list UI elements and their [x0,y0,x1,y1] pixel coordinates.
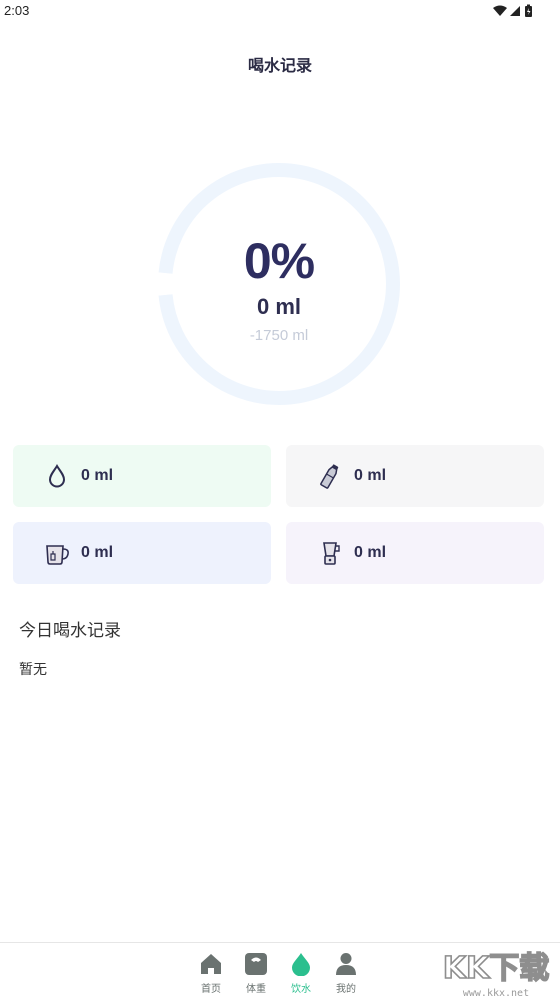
page-title: 喝水记录 [247,58,312,75]
progress-amount: 0 ml [256,294,302,319]
nav-label: 首页 [201,984,221,995]
water-bottle-icon [320,464,339,489]
watermark-url: www.kkx.net [462,988,530,999]
progress-remaining: -1750 ml [249,327,309,344]
water-drop-icon [292,953,310,976]
signal-icon [510,6,520,16]
records-empty-text: 暂无 [19,661,47,677]
nav-item-mine[interactable]: 我的 [324,943,368,1003]
progress-percent: 0% [243,233,315,289]
cup-icon [46,545,69,565]
drink-card-value: 0 ml [81,544,114,561]
status-icons [493,4,532,17]
blender-cup-icon [323,542,340,565]
scale-icon [245,953,267,975]
watermark-logo: KK下载 [442,950,550,986]
drink-card-blender[interactable]: 0 ml [286,522,544,584]
battery-icon [525,4,532,17]
drink-card-water[interactable]: 0 ml [13,445,271,507]
drink-card-cup[interactable]: 0 ml [13,522,271,584]
drink-card-bottle[interactable]: 0 ml [286,445,544,507]
home-icon [201,954,221,974]
nav-item-weight[interactable]: 体重 [234,943,278,1003]
status-bar: 2:03 [0,0,560,24]
person-icon [336,953,356,975]
watermark: KK下载 www.kkx.net [440,946,552,1003]
wifi-icon [493,5,507,16]
drink-card-value: 0 ml [81,467,114,484]
nav-label: 体重 [246,984,266,995]
records-title: 今日喝水记录 [19,621,121,640]
water-drop-icon [48,464,66,488]
nav-item-home[interactable]: 首页 [189,943,233,1003]
status-time: 2:03 [4,3,30,18]
nav-label: 饮水 [291,984,311,995]
nav-item-water[interactable]: 饮水 [279,943,323,1003]
drink-card-value: 0 ml [354,467,387,484]
nav-label: 我的 [336,984,356,995]
drink-card-value: 0 ml [354,544,387,561]
svg-text:KK下载: KK下载 [443,951,550,986]
